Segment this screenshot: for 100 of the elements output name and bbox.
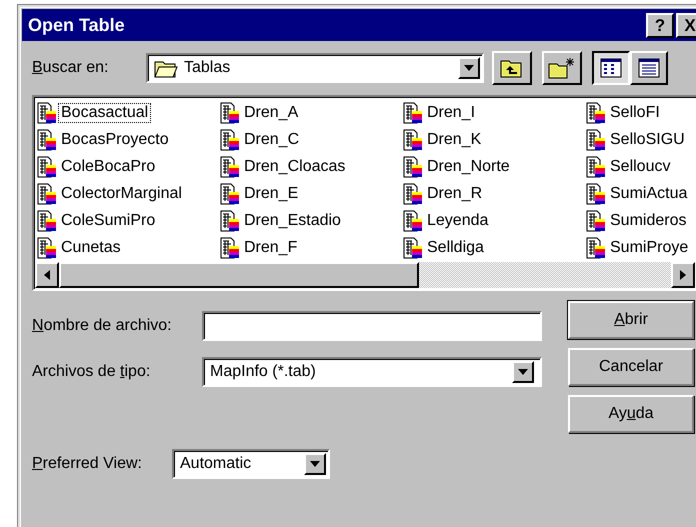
table-file-icon (220, 102, 240, 124)
file-name: Selloucv (609, 156, 672, 176)
look-in-dropdown[interactable]: Tablas (146, 53, 484, 83)
file-name: Dren_E (243, 184, 300, 204)
details-view-icon (638, 58, 660, 78)
caret-icon (518, 369, 528, 375)
file-item[interactable]: Dren_F (220, 234, 403, 261)
file-type-dropdown[interactable]: MapInfo (*.tab) (202, 357, 542, 387)
file-name-field[interactable] (202, 311, 542, 341)
table-file-icon (403, 156, 423, 178)
file-name-label: Nombre de archivo: (32, 317, 173, 335)
up-folder-button[interactable] (492, 51, 532, 85)
new-folder-button[interactable] (542, 51, 582, 85)
preferred-view-label: Preferred View: (32, 455, 143, 473)
file-name: Dren_K (426, 130, 482, 150)
file-item[interactable]: SelloFI (586, 99, 696, 126)
table-file-icon (220, 236, 240, 258)
file-name: Dren_I (426, 102, 476, 122)
up-folder-icon (500, 58, 524, 78)
table-file-icon (403, 210, 423, 232)
caret-icon (310, 461, 320, 467)
list-view-button[interactable] (592, 51, 630, 85)
file-item[interactable]: ColectorMarginal (37, 180, 220, 207)
file-item[interactable]: SelloSIGU (586, 126, 696, 153)
table-file-icon (403, 182, 423, 204)
file-type-value: MapInfo (*.tab) (210, 363, 317, 381)
table-file-icon (403, 102, 423, 124)
file-item[interactable]: Dren_A (220, 99, 403, 126)
file-name: ColeSumiPro (60, 210, 156, 230)
table-file-icon (586, 128, 606, 150)
look-in-value: Tablas (184, 59, 232, 77)
table-file-icon (220, 156, 240, 178)
file-item[interactable]: Sumideros (586, 207, 696, 234)
file-item[interactable]: Dren_I (403, 99, 586, 126)
file-name: Dren_C (243, 130, 300, 150)
dropdown-button[interactable] (304, 453, 326, 475)
file-name: Leyenda (426, 210, 490, 230)
file-item[interactable]: Dren_Norte (403, 153, 586, 180)
scroll-left-button[interactable] (35, 262, 59, 288)
file-name: Dren_A (243, 102, 300, 122)
help-button[interactable]: Ayuda (568, 395, 694, 433)
file-name: Bocasactual (58, 102, 152, 122)
table-file-icon (403, 236, 423, 258)
file-item[interactable]: Selloucv (586, 153, 696, 180)
scrollbar-thumb[interactable] (59, 262, 419, 288)
file-item[interactable]: SumiActua (586, 180, 696, 207)
file-item[interactable]: Selldiga (403, 234, 586, 261)
file-item[interactable]: ColeSumiPro (37, 207, 220, 234)
preferred-view-dropdown[interactable]: Automatic (172, 449, 330, 479)
dropdown-button[interactable] (458, 57, 480, 79)
preferred-view-value: Automatic (180, 455, 252, 473)
table-file-icon (37, 156, 57, 178)
file-item[interactable]: Bocasactual (37, 99, 220, 126)
file-name: SumiProye (609, 238, 690, 258)
file-name: ColeBocaPro (60, 156, 156, 176)
table-file-icon (37, 236, 57, 258)
file-item[interactable]: Dren_K (403, 126, 586, 153)
file-item[interactable]: Dren_E (220, 180, 403, 207)
details-view-button[interactable] (630, 51, 668, 85)
file-name: SumiActua (609, 184, 688, 204)
cancel-button[interactable]: Cancelar (568, 348, 694, 386)
table-file-icon (37, 210, 57, 232)
table-file-icon (37, 128, 57, 150)
table-file-icon (586, 102, 606, 124)
table-file-icon (220, 182, 240, 204)
file-name: Dren_Cloacas (243, 156, 346, 176)
table-file-icon (220, 210, 240, 232)
table-file-icon (586, 156, 606, 178)
file-item[interactable]: SumiProye (586, 234, 696, 261)
help-button[interactable]: ? (646, 12, 674, 38)
dropdown-button[interactable] (512, 361, 534, 383)
file-item[interactable]: Leyenda (403, 207, 586, 234)
file-name: Selldiga (426, 238, 485, 258)
open-button[interactable]: Abrir (568, 301, 694, 339)
file-name: BocasProyecto (60, 130, 170, 150)
file-item[interactable]: BocasProyecto (37, 126, 220, 153)
file-item[interactable]: Dren_Estadio (220, 207, 403, 234)
file-name: ColectorMarginal (60, 184, 183, 204)
file-item[interactable]: ColeBocaPro (37, 153, 220, 180)
right-arrow-icon (680, 270, 686, 280)
horizontal-scrollbar[interactable] (35, 262, 695, 288)
table-file-icon (37, 102, 57, 124)
table-file-icon (586, 182, 606, 204)
file-item[interactable]: Dren_R (403, 180, 586, 207)
list-view-icon (600, 58, 622, 78)
file-name: Dren_Norte (426, 156, 511, 176)
file-item[interactable]: Dren_Cloacas (220, 153, 403, 180)
file-item[interactable]: Dren_C (220, 126, 403, 153)
file-name: Sumideros (609, 210, 688, 230)
file-item[interactable]: Cunetas (37, 234, 220, 261)
file-name: Dren_F (243, 238, 298, 258)
table-file-icon (586, 236, 606, 258)
file-name: SelloSIGU (609, 130, 686, 150)
scroll-right-button[interactable] (671, 262, 695, 288)
caret-icon (464, 65, 474, 71)
table-file-icon (220, 128, 240, 150)
file-name: Dren_Estadio (243, 210, 342, 230)
close-button[interactable]: X (676, 12, 696, 38)
look-in-label: Buscar en: (32, 59, 110, 77)
table-file-icon (586, 210, 606, 232)
